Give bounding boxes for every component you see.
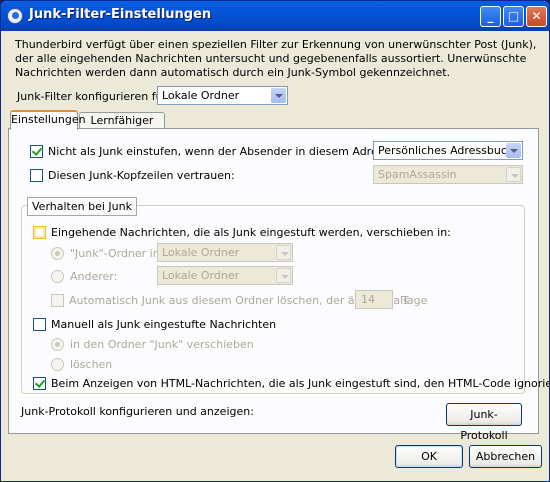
other-folder-select-value: Lokale Ordner [162, 269, 240, 282]
dialog-content: Thunderbird verfügt über einen spezielle… [4, 31, 549, 478]
other-folder-select[interactable]: Lokale Ordner [157, 266, 293, 285]
settings-panel: Nicht als Junk einstufen, wenn der Absen… [8, 128, 549, 442]
title-bar[interactable]: Junk-Filter-Einstellungen _ □ ✕ [1, 1, 549, 31]
manual-delete-radio[interactable] [51, 358, 64, 371]
days-unit-label: Tage [402, 294, 428, 307]
headers-checkbox[interactable] [30, 169, 43, 182]
chevron-down-icon [271, 88, 286, 103]
other-folder-radio[interactable] [51, 270, 64, 283]
maximize-button[interactable]: □ [503, 6, 524, 27]
junk-folder-select[interactable]: Lokale Ordner [157, 243, 293, 262]
chevron-down-icon [276, 268, 291, 283]
group-legend: Verhalten bei Junk [27, 197, 137, 216]
addressbook-checkbox[interactable] [30, 145, 43, 158]
cancel-button[interactable]: Abbrechen [469, 445, 542, 468]
headers-label: Diesen Junk-Kopfzeilen vertrauen: [48, 169, 235, 182]
manual-move-label: in den Ordner "Junk" verschieben [70, 338, 254, 351]
manual-delete-label: löschen [70, 358, 113, 371]
other-folder-label: Anderer: [70, 270, 118, 283]
html-checkbox[interactable] [33, 377, 46, 390]
junk-folder-radio[interactable] [51, 247, 64, 260]
dialog-window: Junk-Filter-Einstellungen _ □ ✕ Thunderb… [0, 0, 550, 482]
junk-folder-select-value: Lokale Ordner [162, 246, 240, 259]
account-select-value: Lokale Ordner [162, 89, 240, 102]
auto-delete-checkbox[interactable] [51, 294, 64, 307]
description-text: Thunderbird verfügt über einen spezielle… [15, 38, 537, 79]
junk-behavior-group: Verhalten bei Junk Eingehende Nachrichte… [21, 197, 549, 394]
account-select[interactable]: Lokale Ordner [157, 86, 288, 105]
move-checkbox[interactable] [33, 226, 46, 239]
junk-log-button[interactable]: Junk-Protokoll [446, 403, 522, 442]
days-input[interactable]: 14 [355, 290, 393, 309]
manual-checkbox[interactable] [33, 318, 46, 331]
move-label: Eingehende Nachrichten, die als Junk ein… [51, 226, 451, 239]
tab-einstellungen[interactable]: Einstellungen [10, 110, 86, 130]
chevron-down-icon [506, 167, 521, 182]
thunderbird-icon [7, 8, 23, 24]
addressbook-select[interactable]: Persönliches Adressbuch [373, 141, 523, 160]
manual-label: Manuell als Junk eingestufte Nachrichten [51, 318, 277, 331]
configure-label: Junk-Filter konfigurieren für: [17, 90, 171, 103]
ok-button[interactable]: OK [395, 445, 463, 468]
log-label: Junk-Protokoll konfigurieren und anzeige… [21, 405, 254, 418]
junk-folder-label: "Junk"-Ordner in: [70, 247, 164, 260]
headers-select-value: SpamAssassin [378, 168, 457, 181]
addressbook-select-value: Persönliches Adressbuch [378, 144, 514, 157]
chevron-down-icon [276, 245, 291, 260]
minimize-button[interactable]: _ [480, 6, 501, 27]
chevron-down-icon [506, 143, 521, 158]
window-title: Junk-Filter-Einstellungen [29, 7, 212, 22]
html-label: Beim Anzeigen von HTML-Nachrichten, die … [51, 377, 550, 390]
headers-select[interactable]: SpamAssassin [373, 165, 523, 184]
close-button[interactable]: ✕ [526, 6, 547, 27]
days-input-value: 14 [361, 293, 375, 306]
manual-move-radio[interactable] [51, 338, 64, 351]
